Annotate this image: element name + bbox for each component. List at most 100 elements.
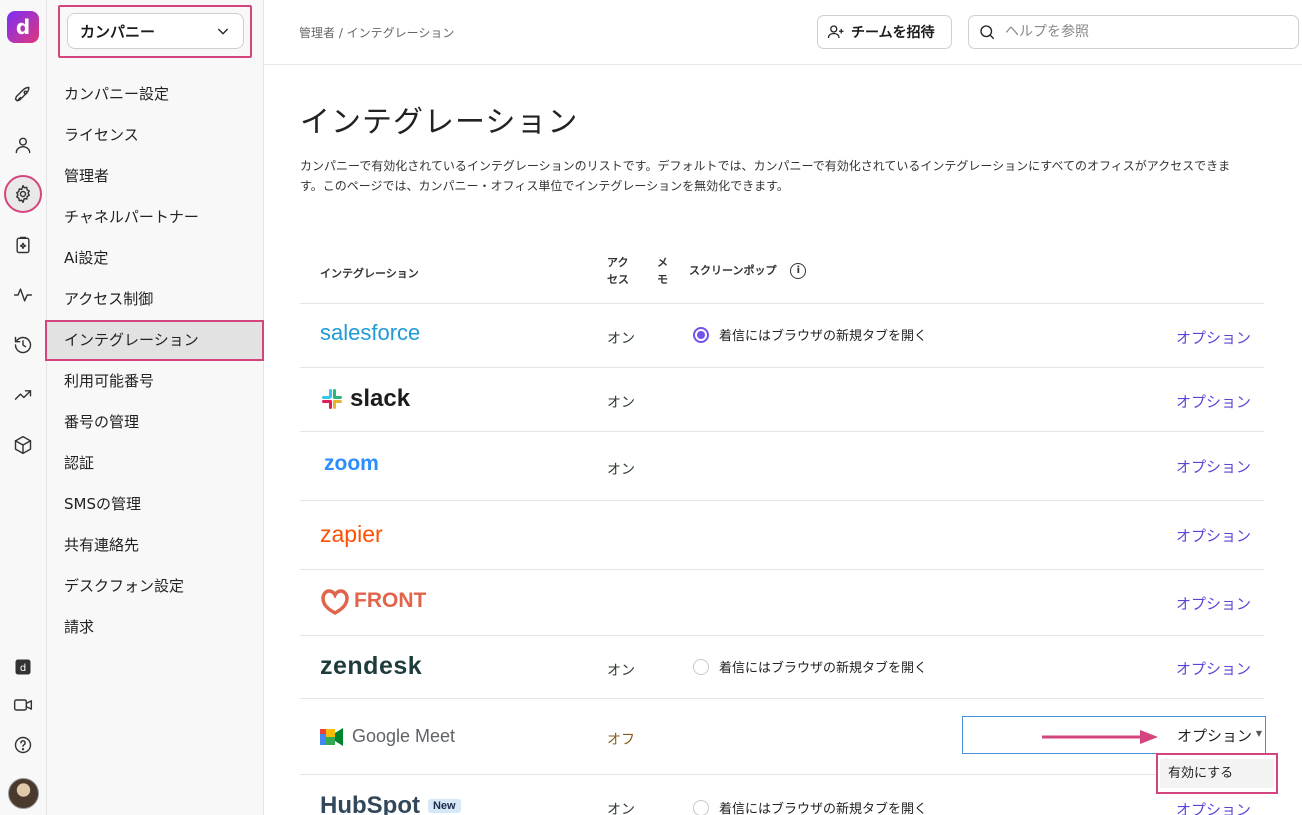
front-mark-icon <box>321 589 349 616</box>
sidebar-item-admins[interactable]: 管理者 <box>47 156 264 197</box>
icon-rail: d d <box>0 0 47 815</box>
access-status: オン <box>607 331 635 347</box>
sidebar-item-access-control[interactable]: アクセス制御 <box>47 279 264 320</box>
company-select-value: カンパニー <box>80 22 156 41</box>
access-status: オン <box>607 462 635 478</box>
history-icon[interactable] <box>11 333 35 357</box>
page-title: インテグレーション <box>300 105 579 140</box>
column-header-screenpop-label: スクリーンポップ <box>689 264 777 277</box>
table-row: zendesk オン 着信にはブラウザの新規タブを開く オプション <box>300 635 1264 698</box>
sidebar-item-shared-contacts[interactable]: 共有連絡先 <box>47 525 264 566</box>
options-link[interactable]: オプション <box>1176 391 1251 412</box>
access-status: オン <box>607 802 635 815</box>
clipboard-sparkle-icon[interactable] <box>11 233 35 257</box>
slack-mark-icon <box>322 389 342 409</box>
company-select-highlight: カンパニー <box>58 5 252 58</box>
table-row: slack オン オプション <box>300 367 1264 431</box>
info-icon[interactable]: i <box>790 263 807 279</box>
help-search[interactable] <box>968 15 1299 49</box>
hubspot-logo: HubSpot New <box>320 792 461 815</box>
help-icon[interactable] <box>11 733 35 757</box>
rocket-icon[interactable] <box>11 83 35 107</box>
sidebar-item-authentication[interactable]: 認証 <box>47 443 264 484</box>
caret-down-icon: ▼ <box>1255 729 1262 738</box>
google-meet-logo: Google Meet <box>320 726 455 747</box>
screenpop-label: 着信にはブラウザの新規タブを開く <box>719 329 928 344</box>
options-link[interactable]: オプション <box>1176 593 1251 614</box>
screenpop-radio[interactable]: 着信にはブラウザの新規タブを開く <box>693 657 927 676</box>
sidebar-item-channel-partners[interactable]: チャネルパートナー <box>47 197 264 238</box>
new-badge: New <box>427 799 461 813</box>
sidebar-item-ai-settings[interactable]: Ai設定 <box>47 238 264 279</box>
table-row: zoom オン オプション <box>300 431 1264 500</box>
radio-unchecked-icon <box>693 799 709 815</box>
screenpop-radio[interactable]: 着信にはブラウザの新規タブを開く <box>693 325 927 344</box>
sidebar-item-integrations[interactable]: インテグレーション <box>45 320 264 361</box>
column-header-memo-line1: メ <box>657 256 668 269</box>
screenpop-label: 着信にはブラウザの新規タブを開く <box>719 661 928 676</box>
add-person-icon <box>827 25 844 39</box>
options-link[interactable]: オプション <box>1176 456 1251 477</box>
column-header-memo-line2: モ <box>657 273 668 286</box>
search-input[interactable] <box>1005 24 1285 40</box>
slack-wordmark: slack <box>350 385 411 412</box>
column-header-access: アク セス <box>607 254 629 288</box>
dialpad-logo-icon[interactable]: d <box>7 11 39 43</box>
main-content: インテグレーション カンパニーで有効化されているインテグレーションのリストです。… <box>264 65 1302 815</box>
access-status: オン <box>607 395 635 411</box>
column-header-integration: インテグレーション <box>320 267 419 280</box>
trend-icon[interactable] <box>11 383 35 407</box>
sidebar-nav: カンパニー設定 ライセンス 管理者 チャネルパートナー Ai設定 アクセス制御 … <box>45 74 264 648</box>
dialpad-app-icon[interactable]: d <box>11 655 35 679</box>
invite-team-label: チームを招待 <box>851 25 935 41</box>
zapier-logo: zapier <box>320 521 383 547</box>
avatar[interactable] <box>8 778 39 809</box>
hubspot-wordmark: HubSpot <box>320 792 420 815</box>
options-link[interactable]: オプション <box>1176 658 1251 679</box>
radio-checked-icon <box>693 326 709 343</box>
table-row: salesforce オン 着信にはブラウザの新規タブを開く オプション <box>300 303 1264 367</box>
screenpop-radio[interactable]: 着信にはブラウザの新規タブを開く <box>693 798 927 815</box>
gear-icon[interactable] <box>4 175 42 213</box>
sidebar-item-company-settings[interactable]: カンパニー設定 <box>47 74 264 115</box>
cube-icon[interactable] <box>11 433 35 457</box>
sidebar-item-available-numbers[interactable]: 利用可能番号 <box>47 361 264 402</box>
company-select[interactable]: カンパニー <box>67 13 244 49</box>
svg-text:d: d <box>20 663 26 674</box>
sidebar-item-licenses[interactable]: ライセンス <box>47 115 264 156</box>
access-status: オフ <box>607 732 635 748</box>
front-logo: FRONT <box>320 586 426 616</box>
table-row: FRONT オプション <box>300 569 1264 635</box>
options-menu: 有効にする <box>1156 753 1278 794</box>
zoom-logo: zoom <box>324 452 379 475</box>
options-link[interactable]: オプション <box>1176 327 1251 348</box>
sidebar-item-number-management[interactable]: 番号の管理 <box>47 402 264 443</box>
invite-team-button[interactable]: チームを招待 <box>817 15 952 49</box>
sidebar: カンパニー カンパニー設定 ライセンス 管理者 チャネルパートナー Ai設定 ア… <box>45 0 264 815</box>
screenpop-label: 着信にはブラウザの新規タブを開く <box>719 802 928 815</box>
front-wordmark: FRONT <box>354 589 427 612</box>
column-header-access-line1: アク <box>607 256 629 269</box>
menu-item-enable[interactable]: 有効にする <box>1160 759 1274 788</box>
slack-logo: slack <box>320 385 410 413</box>
search-icon <box>980 25 995 40</box>
column-header-access-line2: セス <box>607 273 629 286</box>
options-dropdown-label: オプション <box>1176 727 1252 745</box>
activity-icon[interactable] <box>11 283 35 307</box>
column-header-memo: メ モ <box>657 254 668 288</box>
table-row: HubSpot New オン 着信にはブラウザの新規タブを開く オプション <box>300 774 1264 815</box>
options-link[interactable]: オプション <box>1176 799 1251 815</box>
person-icon[interactable] <box>11 133 35 157</box>
table-row: zapier オプション <box>300 500 1264 569</box>
sidebar-item-billing[interactable]: 請求 <box>47 607 264 648</box>
column-header-screenpop: スクリーンポップ i <box>689 262 807 279</box>
access-status: オン <box>607 663 635 679</box>
page-description: カンパニーで有効化されているインテグレーションのリストです。デフォルトでは、カン… <box>300 159 1231 193</box>
zendesk-logo: zendesk <box>320 652 423 680</box>
sidebar-item-sms-management[interactable]: SMSの管理 <box>47 484 264 525</box>
options-link[interactable]: オプション <box>1176 525 1251 546</box>
sidebar-item-deskphone-settings[interactable]: デスクフォン設定 <box>47 566 264 607</box>
video-icon[interactable] <box>11 693 35 717</box>
google-meet-wordmark: Google Meet <box>352 726 456 746</box>
google-meet-mark-icon <box>320 727 343 746</box>
